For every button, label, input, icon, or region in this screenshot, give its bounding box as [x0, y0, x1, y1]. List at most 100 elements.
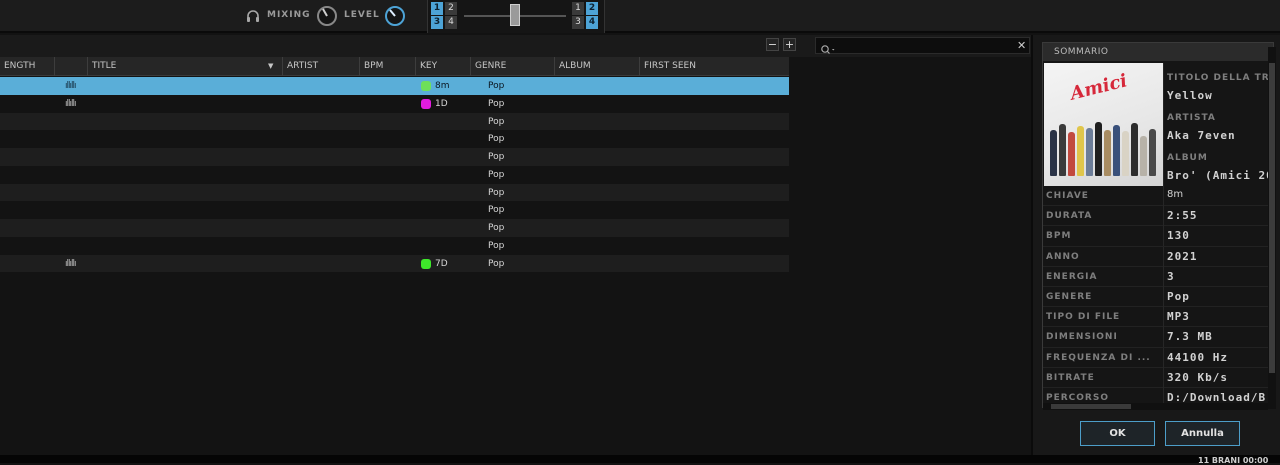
headphones-icon[interactable] [246, 8, 260, 22]
zoom-out-button[interactable]: − [766, 38, 779, 51]
key-cell: 8m [435, 81, 450, 91]
summary-field-value[interactable]: 320 Kb/s [1167, 371, 1273, 384]
col-artist[interactable]: ARTIST [283, 57, 360, 76]
field-divider [1163, 287, 1164, 307]
summary-vertical-scroll-thumb[interactable] [1269, 63, 1275, 373]
right-deck-2-button[interactable]: 2 [586, 2, 598, 15]
table-row[interactable]: Pop [0, 201, 789, 219]
zoom-in-button[interactable]: + [783, 38, 796, 51]
table-row[interactable]: Pop [0, 219, 789, 237]
field-divider [1163, 206, 1164, 227]
left-deck-3-button[interactable]: 3 [431, 16, 443, 29]
summary-horizontal-scroll-thumb[interactable] [1051, 404, 1131, 409]
field-divider [1163, 367, 1164, 388]
genre-cell: Pop [488, 152, 505, 162]
key-color-swatch [421, 258, 431, 269]
left-deck-2-button[interactable]: 2 [445, 2, 457, 15]
summary-field-value[interactable]: 2:55 [1167, 209, 1273, 222]
genre-cell: Pop [488, 205, 505, 216]
right-deck-3-button[interactable]: 3 [572, 16, 584, 29]
summary-field-label: BPM [1046, 231, 1072, 242]
col-key[interactable]: KEY [416, 57, 471, 76]
col-genre[interactable]: GENRE [471, 57, 555, 76]
summary-field-value[interactable]: 7.3 MB [1167, 330, 1273, 343]
ok-button[interactable]: OK [1080, 421, 1155, 446]
search-icon[interactable] [820, 40, 836, 59]
track-browser: − + ✕ ENGTH TITLE ▼ ARTIST BPM KEY GENRE… [0, 35, 1031, 455]
table-row[interactable]: Pop [0, 130, 789, 148]
summary-field-label: ANNO [1046, 251, 1080, 262]
waveform-icon: ıllıllı [65, 98, 76, 109]
field-divider [1163, 266, 1164, 287]
key-cell: 1D [435, 98, 448, 109]
genre-cell: Pop [488, 223, 505, 233]
field-divider [1163, 246, 1164, 267]
summary-panel: SOMMARIO Amici TITOLO DELLA TRA Yellow A… [1031, 35, 1280, 455]
table-header: ENGTH TITLE ▼ ARTIST BPM KEY GENRE ALBUM… [0, 57, 789, 76]
genre-cell: Pop [488, 134, 505, 145]
art-divider [1163, 63, 1164, 186]
crossfader-handle[interactable] [510, 4, 520, 26]
top-bar: MIXING LEVEL 1 2 3 4 1 2 3 4 [0, 0, 1280, 33]
mixing-label: MIXING [267, 10, 311, 20]
browser-toolbar: − + ✕ [0, 35, 1031, 57]
table-row[interactable]: Pop [0, 148, 789, 166]
table-row[interactable]: Pop [0, 236, 789, 255]
summary-field-row: BITRATE 320 Kb/s [1043, 367, 1273, 388]
table-row[interactable]: Pop [0, 183, 789, 202]
level-label: LEVEL [344, 10, 380, 20]
key-cell: 7D [435, 258, 448, 269]
summary-vertical-scrollbar[interactable] [1268, 47, 1276, 409]
cancel-button[interactable]: Annulla [1165, 421, 1240, 446]
summary-field-label: DIMENSIONI [1046, 332, 1118, 343]
mixing-knob[interactable] [316, 5, 338, 27]
field-artist-value[interactable]: Aka 7even [1167, 129, 1273, 142]
field-artist-label: ARTISTA [1167, 113, 1216, 123]
field-title-value[interactable]: Yellow [1167, 89, 1273, 102]
col-length[interactable]: ENGTH [0, 57, 55, 76]
crossfader-panel: 1 2 3 4 1 2 3 4 [427, 0, 605, 33]
level-knob[interactable] [384, 5, 406, 27]
table-row[interactable]: ıllıllı 7D Pop [0, 254, 789, 273]
col-waveform[interactable] [55, 57, 88, 76]
left-deck-4-button[interactable]: 4 [445, 16, 457, 29]
field-divider [1163, 347, 1164, 368]
right-deck-1-button[interactable]: 1 [572, 2, 584, 15]
key-color-swatch [421, 98, 431, 109]
summary-field-value[interactable]: 3 [1167, 270, 1273, 283]
table-row[interactable]: ıllıllı 1D Pop [0, 94, 789, 113]
genre-cell: Pop [488, 81, 505, 91]
left-deck-1-button[interactable]: 1 [431, 2, 443, 15]
summary-field-value[interactable]: 2021 [1167, 250, 1273, 263]
key-color-swatch [421, 81, 431, 91]
col-album[interactable]: ALBUM [555, 57, 640, 76]
search-input[interactable]: ✕ [815, 37, 1030, 54]
col-first-seen[interactable]: FIRST SEEN [640, 57, 789, 76]
table-row[interactable]: Pop [0, 112, 789, 131]
genre-cell: Pop [488, 116, 505, 127]
summary-field-value[interactable]: Pop [1167, 290, 1273, 303]
waveform-icon: ıllıllı [65, 81, 76, 91]
summary-field-row: CHIAVE 8m [1043, 186, 1273, 207]
summary-field-value[interactable]: 8m [1167, 189, 1273, 200]
summary-field-label: DURATA [1046, 211, 1093, 222]
table-row[interactable]: ıllıllı 8m Pop [0, 77, 789, 95]
clear-search-icon[interactable]: ✕ [1017, 39, 1026, 52]
right-deck-4-button[interactable]: 4 [586, 16, 598, 29]
summary-horizontal-scrollbar[interactable] [1043, 403, 1268, 410]
table-row[interactable]: Pop [0, 165, 789, 184]
album-art: Amici [1044, 63, 1163, 186]
field-album-label: ALBUM [1167, 153, 1208, 163]
summary-field-value[interactable]: 44100 Hz [1167, 351, 1273, 364]
summary-title: SOMMARIO [1043, 43, 1273, 61]
col-title[interactable]: TITLE ▼ [88, 57, 283, 76]
summary-field-row: FREQUENZA DI ... 44100 Hz [1043, 347, 1273, 368]
field-divider [1163, 226, 1164, 247]
genre-cell: Pop [488, 258, 505, 269]
summary-field-label: BITRATE [1046, 372, 1095, 383]
field-album-value[interactable]: Bro' (Amici 202 [1167, 169, 1273, 182]
col-bpm[interactable]: BPM [360, 57, 416, 76]
field-title-label: TITOLO DELLA TRA [1167, 73, 1273, 83]
summary-field-value[interactable]: 130 [1167, 229, 1273, 242]
summary-field-value[interactable]: MP3 [1167, 310, 1273, 323]
